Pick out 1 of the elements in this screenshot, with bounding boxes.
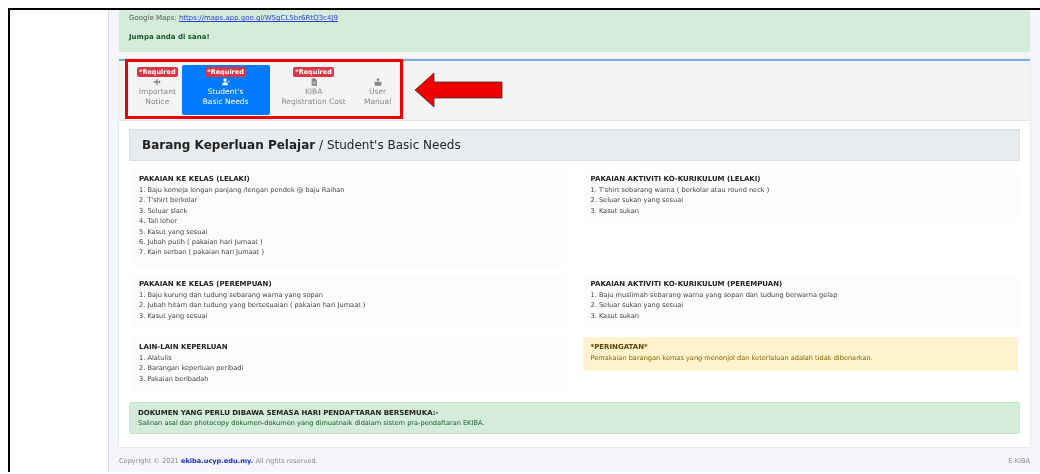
section-title: Barang Keperluan Pelajar / Student's Basic Needs [129, 129, 1020, 161]
